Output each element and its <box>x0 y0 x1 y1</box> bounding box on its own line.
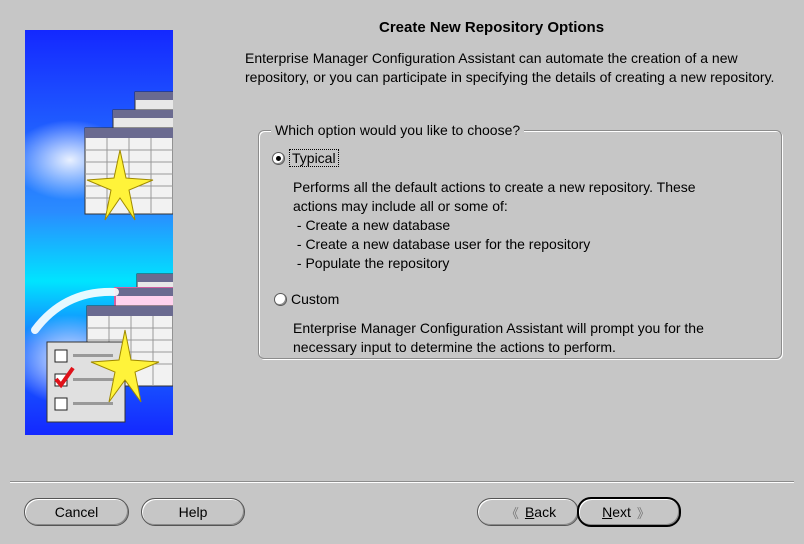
typical-desc-line: - Populate the repository <box>293 255 450 271</box>
page-title: Create New Repository Options <box>379 19 605 36</box>
radio-checked-icon[interactable] <box>272 151 285 165</box>
custom-label[interactable]: Custom <box>291 291 339 307</box>
chevron-right-icon: 》 <box>636 505 650 521</box>
typical-desc-line: Performs all the default actions to crea… <box>293 179 696 195</box>
help-label: Help <box>178 504 208 520</box>
custom-desc-line: necessary input to determine the actions… <box>293 339 616 355</box>
next-label: Next <box>602 504 631 520</box>
next-button[interactable]: Next 》 <box>577 497 681 527</box>
cancel-button[interactable]: Cancel <box>24 498 129 526</box>
typical-radio[interactable]: Typical <box>272 149 339 167</box>
custom-desc-line: Enterprise Manager Configuration Assista… <box>293 320 704 336</box>
wizard-window: Create New Repository Options Enterprise… <box>0 0 804 544</box>
custom-description: Enterprise Manager Configuration Assista… <box>293 319 704 357</box>
typical-description: Performs all the default actions to crea… <box>293 178 696 273</box>
back-label: Back <box>524 504 557 520</box>
typical-label[interactable]: Typical <box>289 149 339 167</box>
back-button[interactable]: 《 Back <box>477 498 579 526</box>
wizard-illustration <box>25 30 173 435</box>
footer-separator <box>10 481 794 483</box>
typical-desc-line: - Create a new database <box>293 217 451 233</box>
intro-text: Enterprise Manager Configuration Assista… <box>245 50 775 85</box>
cancel-label: Cancel <box>54 504 99 520</box>
typical-desc-line: actions may include all or some of: <box>293 198 508 214</box>
chevron-left-icon: 《 <box>505 505 519 521</box>
options-legend: Which option would you like to choose? <box>271 122 525 138</box>
help-button[interactable]: Help <box>141 498 245 526</box>
custom-radio[interactable]: Custom <box>274 291 339 307</box>
radio-unchecked-icon[interactable] <box>274 292 287 306</box>
typical-desc-line: - Create a new database user for the rep… <box>293 236 591 252</box>
